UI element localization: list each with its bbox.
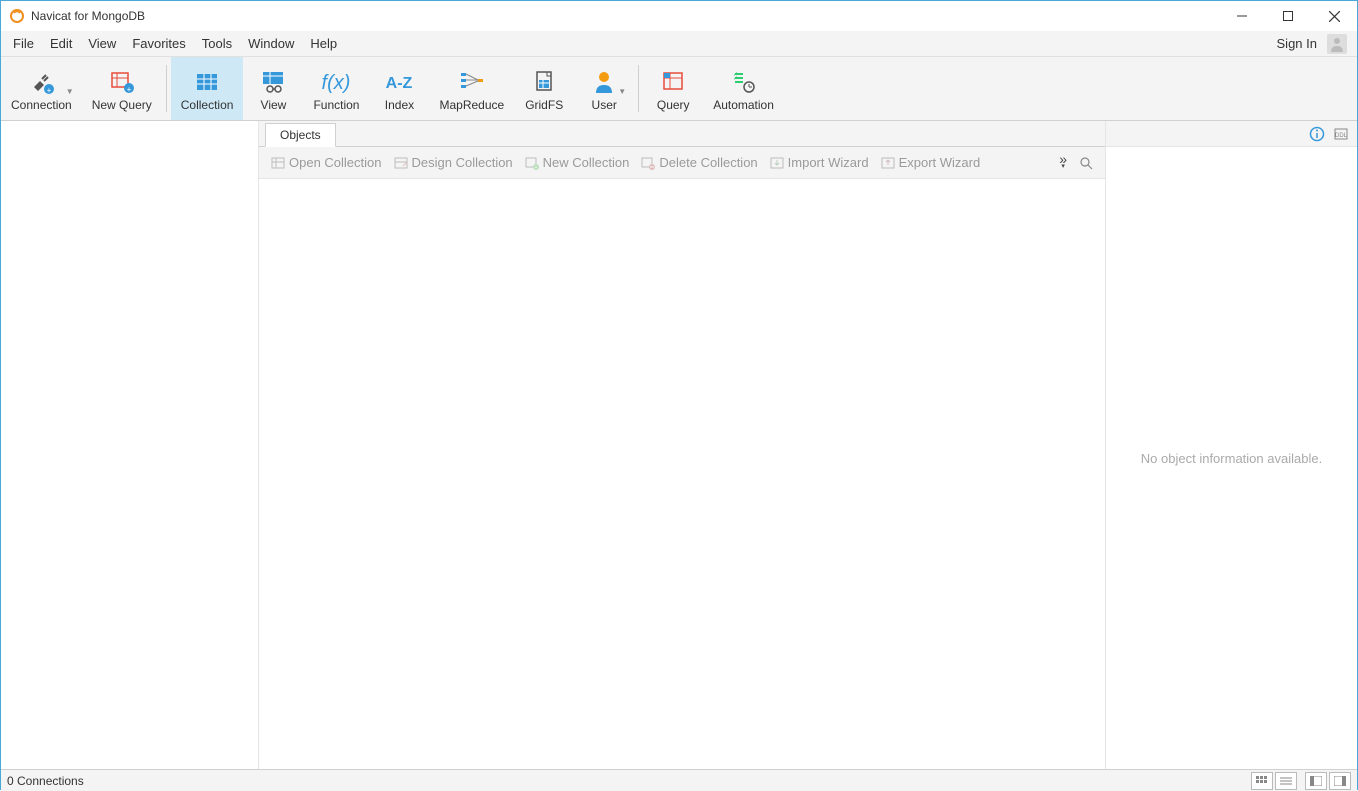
ddl-tab-icon[interactable]: DDL: [1333, 126, 1349, 142]
svg-text:+: +: [534, 165, 537, 170]
more-button[interactable]: »▾: [1053, 156, 1073, 170]
mapreduce-icon: [457, 66, 487, 98]
index-icon: A-Z: [384, 66, 414, 98]
user-label: User: [592, 98, 617, 112]
info-panel: DDL No object information available.: [1105, 121, 1357, 769]
gridfs-button[interactable]: GridFS: [514, 57, 574, 120]
design-icon: [394, 156, 408, 170]
minimize-button[interactable]: [1219, 1, 1265, 31]
info-panel-tabs: DDL: [1106, 121, 1357, 147]
view-list-button[interactable]: [1275, 772, 1297, 790]
connection-button[interactable]: + Connection ▼: [1, 57, 82, 120]
chevron-down-icon: ▼: [618, 87, 626, 96]
menubar: File Edit View Favorites Tools Window He…: [1, 31, 1357, 57]
menu-tools[interactable]: Tools: [194, 31, 240, 57]
tabs-row: Objects: [259, 121, 1105, 147]
close-button[interactable]: [1311, 1, 1357, 31]
view-label: View: [261, 98, 287, 112]
export-icon: [881, 156, 895, 170]
svg-text:A-Z: A-Z: [386, 75, 413, 92]
collection-icon: [192, 66, 222, 98]
new-icon: +: [525, 156, 539, 170]
query-icon: [658, 66, 688, 98]
view-icon: [258, 66, 288, 98]
connection-count: 0 Connections: [7, 774, 84, 788]
connection-label: Connection: [11, 98, 72, 112]
main-area: Objects Open Collection Design Collectio…: [1, 121, 1357, 769]
import-icon: [770, 156, 784, 170]
maximize-button[interactable]: [1265, 1, 1311, 31]
toolbar: + Connection ▼ + New Query Collection Vi…: [1, 57, 1357, 121]
menu-view[interactable]: View: [80, 31, 124, 57]
app-icon: [9, 8, 25, 24]
object-toolbar: Open Collection Design Collection + New …: [259, 147, 1105, 179]
mapreduce-label: MapReduce: [439, 98, 504, 112]
menu-help[interactable]: Help: [302, 31, 345, 57]
collection-label: Collection: [181, 98, 234, 112]
window-title: Navicat for MongoDB: [31, 9, 1219, 23]
svg-text:✓: ✓: [733, 76, 738, 82]
user-icon: [589, 66, 619, 98]
function-label: Function: [313, 98, 359, 112]
query-button[interactable]: Query: [643, 57, 703, 120]
new-query-button[interactable]: + New Query: [82, 57, 162, 120]
query-label: Query: [657, 98, 690, 112]
toggle-left-panel-button[interactable]: [1305, 772, 1327, 790]
new-collection-button[interactable]: + New Collection: [519, 149, 636, 177]
automation-icon: ✓✓: [729, 66, 759, 98]
import-wizard-button[interactable]: Import Wizard: [764, 149, 875, 177]
index-label: Index: [385, 98, 414, 112]
user-button[interactable]: User ▼: [574, 57, 634, 120]
plug-icon: +: [26, 66, 56, 98]
search-button[interactable]: [1073, 156, 1099, 170]
toggle-right-panel-button[interactable]: [1329, 772, 1351, 790]
sign-in-link[interactable]: Sign In: [1269, 36, 1325, 51]
gridfs-icon: [529, 66, 559, 98]
avatar[interactable]: [1327, 34, 1347, 54]
design-collection-button[interactable]: Design Collection: [388, 149, 519, 177]
automation-label: Automation: [713, 98, 774, 112]
function-button[interactable]: f(x) Function: [303, 57, 369, 120]
menu-edit[interactable]: Edit: [42, 31, 80, 57]
menu-favorites[interactable]: Favorites: [124, 31, 193, 57]
titlebar: Navicat for MongoDB: [1, 1, 1357, 31]
index-button[interactable]: A-Z Index: [369, 57, 429, 120]
export-wizard-button[interactable]: Export Wizard: [875, 149, 987, 177]
delete-collection-button[interactable]: Delete Collection: [635, 149, 763, 177]
view-button[interactable]: View: [243, 57, 303, 120]
view-grid-button[interactable]: [1251, 772, 1273, 790]
statusbar: 0 Connections: [1, 769, 1357, 791]
info-message: No object information available.: [1141, 451, 1322, 466]
automation-button[interactable]: ✓✓ Automation: [703, 57, 784, 120]
svg-text:DDL: DDL: [1335, 133, 1348, 139]
menu-window[interactable]: Window: [240, 31, 302, 57]
tab-objects[interactable]: Objects: [265, 123, 336, 147]
mapreduce-button[interactable]: MapReduce: [429, 57, 514, 120]
svg-text:+: +: [47, 86, 52, 95]
new-query-label: New Query: [92, 98, 152, 112]
open-collection-button[interactable]: Open Collection: [265, 149, 388, 177]
menu-file[interactable]: File: [5, 31, 42, 57]
window-controls: [1219, 1, 1357, 31]
delete-icon: [641, 156, 655, 170]
gridfs-label: GridFS: [525, 98, 563, 112]
new-query-icon: +: [107, 66, 137, 98]
info-tab-icon[interactable]: [1309, 126, 1325, 142]
center-panel: Objects Open Collection Design Collectio…: [259, 121, 1105, 769]
svg-text:f(x): f(x): [322, 72, 351, 94]
connection-tree[interactable]: [1, 121, 259, 769]
object-list[interactable]: [259, 179, 1105, 769]
chevron-down-icon: ▼: [66, 87, 74, 96]
table-icon: [271, 156, 285, 170]
function-icon: f(x): [321, 66, 351, 98]
collection-button[interactable]: Collection: [171, 57, 244, 120]
svg-text:+: +: [126, 85, 131, 94]
